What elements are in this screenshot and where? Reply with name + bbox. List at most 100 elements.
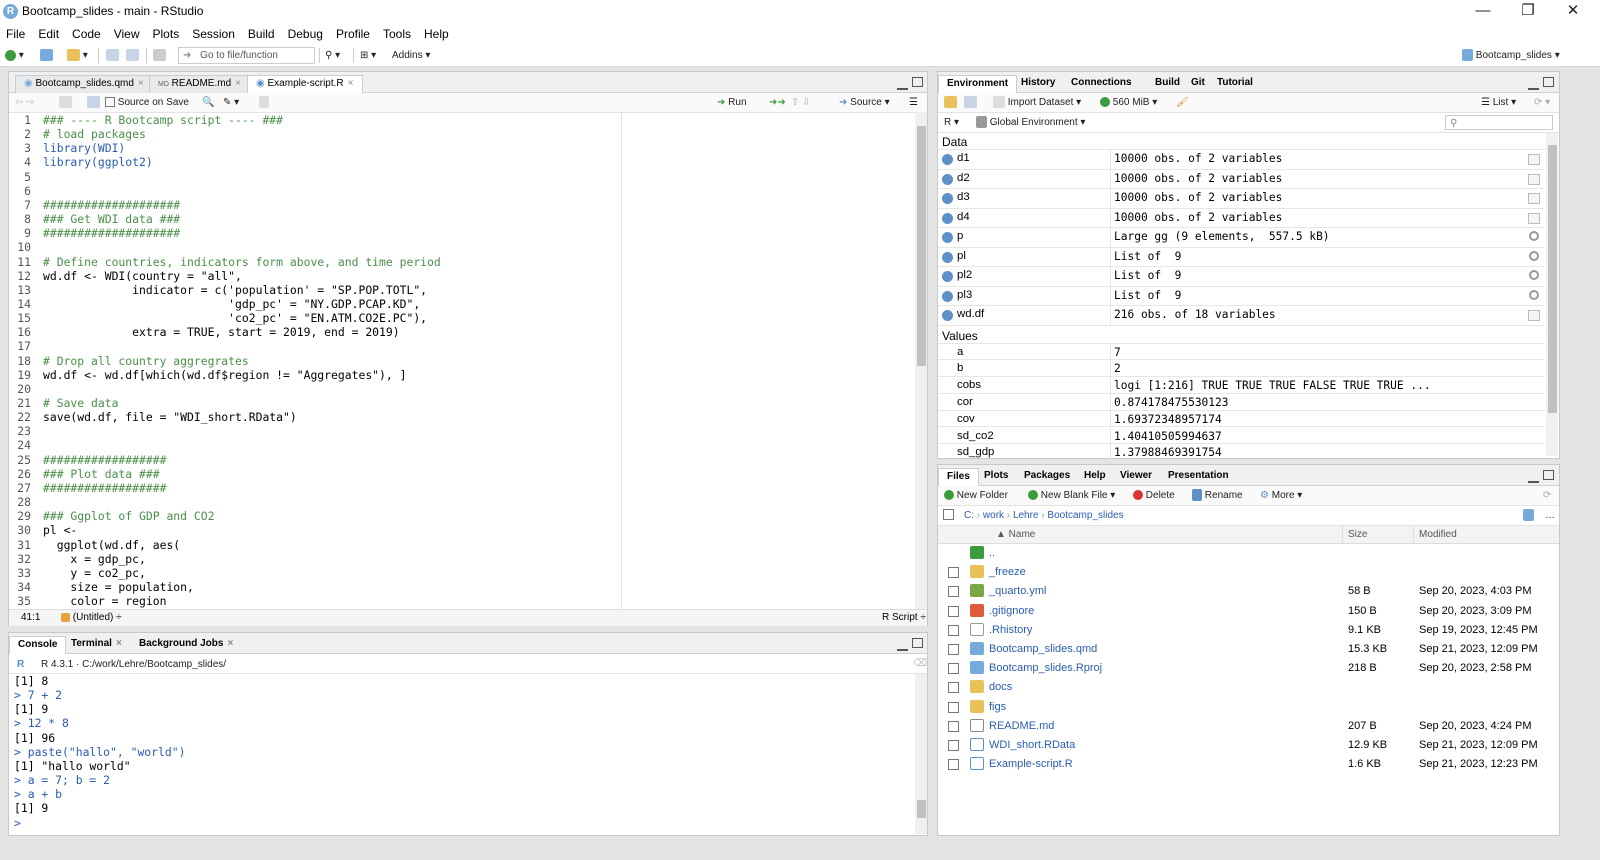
- menu-help[interactable]: Help: [418, 24, 456, 44]
- project-menu[interactable]: Bootcamp_slides ▾: [1462, 48, 1560, 63]
- code-line[interactable]: 24: [9, 438, 43, 452]
- expand-icon[interactable]: [942, 271, 953, 282]
- code-line[interactable]: 27 ##################: [9, 481, 166, 495]
- code-line[interactable]: 34 size = population,: [9, 580, 194, 594]
- code-line[interactable]: 4 library(ggplot2): [9, 155, 153, 169]
- more-dots-icon[interactable]: …: [1545, 508, 1555, 523]
- source-button[interactable]: ➜ Source ▾: [839, 95, 890, 110]
- col-modified[interactable]: Modified: [1419, 529, 1457, 540]
- restore-button[interactable]: ❐: [1508, 1, 1548, 21]
- new-blank-file-button[interactable]: New Blank File ▾: [1028, 488, 1115, 503]
- file-checkbox[interactable]: [948, 682, 959, 694]
- inspect-icon[interactable]: [1529, 250, 1539, 261]
- file-name[interactable]: .gitignore: [989, 605, 1034, 617]
- addins-button[interactable]: Addins ▾: [392, 48, 430, 63]
- file-row[interactable]: Example-script.R 1.6 KB Sep 21, 2023, 12:2…: [938, 755, 1559, 774]
- menu-view[interactable]: View: [108, 24, 147, 44]
- view-data-icon[interactable]: [1528, 193, 1540, 204]
- file-row[interactable]: .Rhistory 9.1 KB Sep 19, 2023, 12:45 PM: [938, 621, 1559, 640]
- file-name[interactable]: figs: [989, 701, 1006, 713]
- code-line[interactable]: 18 # Drop all country aggregrates: [9, 354, 248, 368]
- project-dir-icon[interactable]: [1523, 508, 1534, 523]
- crumb-c[interactable]: C:: [964, 510, 974, 521]
- menu-build[interactable]: Build: [242, 24, 282, 44]
- tab-bootcamp-qmd[interactable]: ◉ Bootcamp_slides.qmd ×: [15, 75, 153, 93]
- code-line[interactable]: 22 save(wd.df, file = "WDI_short.RData"): [9, 410, 296, 424]
- tab-connections[interactable]: Connections: [1063, 75, 1140, 93]
- expand-icon[interactable]: [942, 173, 953, 185]
- search-icon[interactable]: 🔍: [202, 95, 214, 110]
- file-name[interactable]: Example-script.R: [989, 758, 1073, 770]
- refresh-icon[interactable]: ⟳: [1543, 488, 1551, 503]
- env-row[interactable]: p Large gg (9 elements, 557.5 kB): [938, 228, 1545, 248]
- file-checkbox[interactable]: [948, 759, 959, 771]
- col-name[interactable]: ▲ Name: [996, 529, 1035, 540]
- view-data-icon[interactable]: [1528, 310, 1540, 321]
- clear-env-icon[interactable]: 🖌: [1176, 95, 1189, 110]
- tab-example-script[interactable]: ◉ Example-script.R ×: [247, 75, 363, 94]
- file-row[interactable]: .gitignore 150 B Sep 20, 2023, 3:09 PM: [938, 602, 1559, 621]
- code-line[interactable]: 5: [9, 170, 43, 184]
- tab-build[interactable]: Build: [1147, 75, 1188, 93]
- view-data-icon[interactable]: [1528, 154, 1540, 165]
- env-minmax[interactable]: [1524, 77, 1558, 90]
- file-row[interactable]: _quarto.yml 58 B Sep 20, 2023, 4:03 PM: [938, 582, 1559, 601]
- view-data-icon[interactable]: [1528, 212, 1540, 224]
- tab-readme[interactable]: MD README.md ×: [149, 75, 250, 93]
- pane-layout-icon[interactable]: ⊞ ▾: [360, 48, 376, 63]
- code-line[interactable]: 10: [9, 240, 43, 254]
- expand-icon[interactable]: [942, 232, 953, 243]
- new-file-icon[interactable]: ▾: [5, 48, 24, 63]
- env-row[interactable]: d2 10000 obs. of 2 variables: [938, 169, 1545, 189]
- editor-minmax[interactable]: [893, 77, 927, 90]
- print-icon[interactable]: [153, 48, 166, 63]
- tab-terminal[interactable]: Terminal ×: [63, 636, 130, 654]
- file-row[interactable]: Bootcamp_slides.qmd 15.3 KB Sep 21, 2023, …: [938, 640, 1559, 659]
- file-name[interactable]: docs: [989, 681, 1012, 693]
- code-line[interactable]: 17: [9, 339, 43, 353]
- expand-icon[interactable]: [942, 193, 953, 204]
- file-name[interactable]: README.md: [989, 720, 1054, 732]
- minimize-button[interactable]: —: [1463, 1, 1503, 21]
- file-row[interactable]: README.md 207 B Sep 20, 2023, 4:24 PM: [938, 717, 1559, 736]
- file-row[interactable]: ..: [938, 544, 1559, 563]
- file-checkbox[interactable]: [948, 644, 959, 655]
- code-line[interactable]: 35 color = region: [9, 594, 166, 608]
- rename-button[interactable]: Rename: [1192, 488, 1243, 503]
- file-name[interactable]: _quarto.yml: [989, 585, 1046, 597]
- close-tab-icon[interactable]: ×: [116, 638, 122, 649]
- code-line[interactable]: 31 ggplot(wd.df, aes(: [9, 538, 180, 552]
- clear-console-icon[interactable]: ⌫: [913, 656, 927, 671]
- code-line[interactable]: 26 ### Plot data ###: [9, 467, 159, 481]
- load-workspace-icon[interactable]: [944, 95, 957, 110]
- menu-plots[interactable]: Plots: [147, 24, 187, 44]
- new-folder-button[interactable]: New Folder: [944, 488, 1008, 503]
- file-name[interactable]: _freeze: [989, 566, 1026, 578]
- tab-files[interactable]: Files: [938, 468, 979, 487]
- scope-selector[interactable]: (Untitled) ÷: [61, 612, 122, 623]
- code-line[interactable]: 15 'co2_pc' = "EN.ATM.CO2E.PC"),: [9, 311, 427, 325]
- file-name[interactable]: ..: [989, 547, 995, 559]
- code-line[interactable]: 30 pl <-: [9, 523, 77, 537]
- file-type-selector[interactable]: R Script ÷: [882, 612, 926, 623]
- inspect-icon[interactable]: [1529, 270, 1539, 280]
- file-checkbox[interactable]: [948, 740, 959, 751]
- vcs-icon[interactable]: ⚲ ▾: [325, 48, 340, 63]
- code-line[interactable]: 32 x = gdp_pc,: [9, 552, 146, 566]
- env-row[interactable]: pl2 List of 9: [938, 267, 1545, 287]
- env-row[interactable]: cobs logi [1:216] TRUE TRUE TRUE FALSE TR…: [938, 377, 1545, 394]
- expand-icon[interactable]: [942, 212, 953, 224]
- file-row[interactable]: figs: [938, 698, 1559, 717]
- code-line[interactable]: 7 ####################: [9, 198, 180, 212]
- file-row[interactable]: Bootcamp_slides.Rproj 218 B Sep 20, 2023, …: [938, 659, 1559, 678]
- import-dataset-button[interactable]: Import Dataset ▾: [993, 95, 1081, 110]
- scope-selector[interactable]: Global Environment ▾: [976, 115, 1085, 130]
- code-line[interactable]: 21 # Save data: [9, 396, 118, 410]
- menu-code[interactable]: Code: [66, 24, 108, 44]
- code-line[interactable]: 29 ### Ggplot of GDP and CO2: [9, 509, 214, 523]
- save-icon[interactable]: [87, 95, 100, 110]
- file-row[interactable]: _freeze: [938, 563, 1559, 582]
- inspect-icon[interactable]: [1529, 289, 1539, 300]
- env-row[interactable]: d1 10000 obs. of 2 variables: [938, 150, 1545, 170]
- code-line[interactable]: 3 library(WDI): [9, 141, 125, 155]
